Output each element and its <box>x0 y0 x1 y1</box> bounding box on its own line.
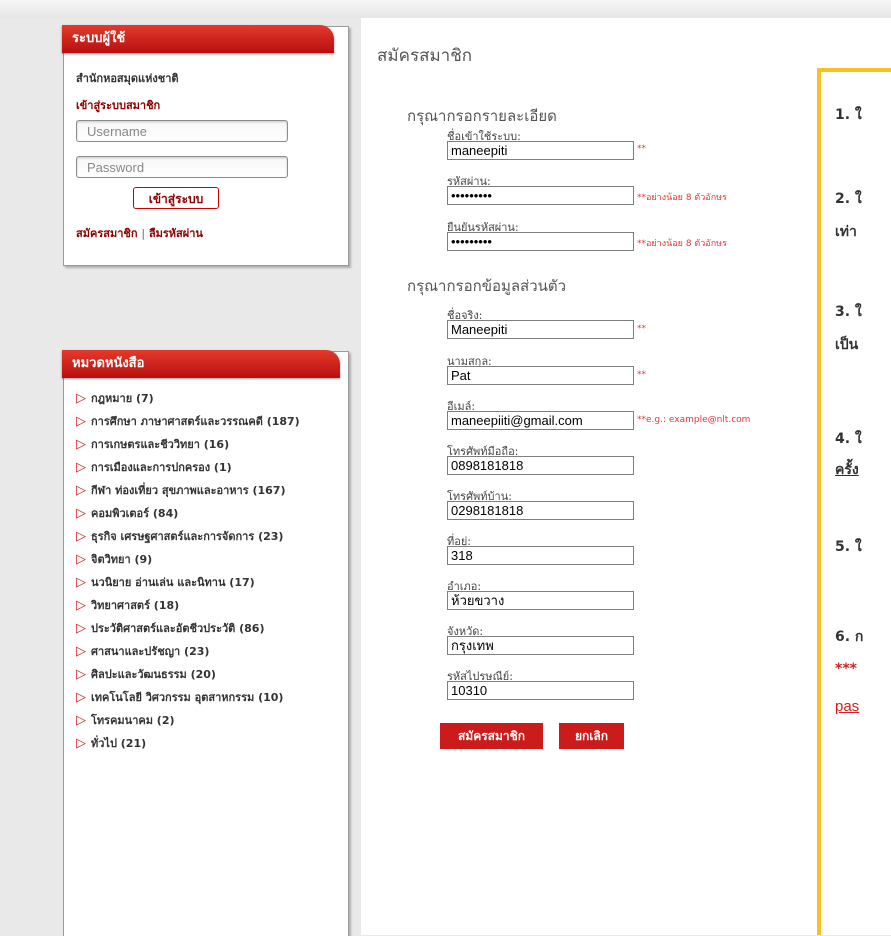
page-title: สมัครสมาชิก <box>377 46 473 65</box>
login-button[interactable]: เข้าสู่ระบบ <box>133 187 219 209</box>
triangle-right-icon: ▷ <box>76 506 86 521</box>
category-item[interactable]: ▷ ธุรกิจ เศรษฐศาสตร์และการจัดการ (23) <box>76 530 341 544</box>
mobile-field[interactable]: 0898181818 <box>447 456 634 475</box>
password-input[interactable]: Password <box>76 156 288 178</box>
category-item[interactable]: ▷ นวนิยาย อ่านเล่น และนิทาน (17) <box>76 576 341 590</box>
triangle-right-icon: ▷ <box>76 667 86 682</box>
category-item[interactable]: ▷ ทั่วไป (21) <box>76 737 341 751</box>
category-item[interactable]: ▷ วิทยาศาสตร์ (18) <box>76 599 341 613</box>
instruction-item: เท่า <box>835 224 857 240</box>
category-item[interactable]: ▷ ศาสนาและปรัชญา (23) <box>76 645 341 659</box>
username-input[interactable]: Username <box>76 120 288 142</box>
instruction-item: 6. ก <box>835 629 864 645</box>
instruction-item: 5. ใ <box>835 539 862 555</box>
postcode-field[interactable]: 10310 <box>447 681 634 700</box>
home-phone-field[interactable]: 0298181818 <box>447 501 634 520</box>
province-field[interactable]: กรุงเทพ <box>447 636 634 655</box>
category-item[interactable]: ▷ กีฬา ท่องเที่ยว สุขภาพและอาหาร (167) <box>76 484 341 498</box>
instruction-warning: *** <box>835 661 857 677</box>
instruction-item: ครั้ง <box>835 462 859 478</box>
instruction-item: 3. ใ <box>835 304 862 320</box>
instruction-password-note: pas <box>835 698 860 715</box>
triangle-right-icon: ▷ <box>76 736 86 751</box>
category-item[interactable]: ▷ การเกษตรและชีววิทยา (16) <box>76 438 341 452</box>
book-categories-panel: หมวดหนังสือ ▷ กฎหมาย (7) ▷ การศึกษา ภาษาศา… <box>62 350 349 936</box>
forgot-password-link[interactable]: ลืมรหัสผ่าน <box>149 227 203 240</box>
triangle-right-icon: ▷ <box>76 437 86 452</box>
triangle-right-icon: ▷ <box>76 621 86 636</box>
instructions-panel: 1. ใ 2. ใ เท่า 3. ใ เป็น 4. ใ ครั้ง 5. ใ… <box>817 68 891 935</box>
account-links: สมัครสมาชิก | ลืมรหัสผ่าน <box>76 224 203 242</box>
instruction-item: 4. ใ <box>835 431 862 447</box>
personal-section-title: กรุณากรอกข้อมูลส่วนตัว <box>407 278 567 295</box>
categories-header: หมวดหนังสือ <box>62 350 340 378</box>
instruction-item: 2. ใ <box>835 191 862 207</box>
link-separator: | <box>141 227 146 240</box>
category-list: ▷ กฎหมาย (7) ▷ การศึกษา ภาษาศาสตร์และวรรณค… <box>76 392 341 760</box>
register-link[interactable]: สมัครสมาชิก <box>76 227 138 240</box>
firstname-field[interactable]: Maneepiti <box>447 320 634 339</box>
required-note: ** <box>637 370 646 380</box>
district-field[interactable]: ห้วยขวาง <box>447 591 634 610</box>
member-login-heading: เข้าสู่ระบบสมาชิก <box>76 99 161 112</box>
category-item[interactable]: ▷ โทรคมนาคม (2) <box>76 714 341 728</box>
category-item[interactable]: ▷ เทคโนโลยี วิศวกรรม อุตสาหกรรม (10) <box>76 691 341 705</box>
category-item[interactable]: ▷ ประวัติศาสตร์และอัตชีวประวัติ (86) <box>76 622 341 636</box>
category-item[interactable]: ▷ คอมพิวเตอร์ (84) <box>76 507 341 521</box>
required-note: ** <box>637 144 646 154</box>
registration-form: สมัครสมาชิก กรุณากรอกรายละเอียด ชื่อเข้า… <box>361 18 891 935</box>
triangle-right-icon: ▷ <box>76 483 86 498</box>
account-section-title: กรุณากรอกรายละเอียด <box>407 108 557 125</box>
triangle-right-icon: ▷ <box>76 529 86 544</box>
required-note: ** <box>637 324 646 334</box>
instruction-item: 1. ใ <box>835 107 862 123</box>
username-field[interactable]: maneepiti <box>447 141 634 160</box>
triangle-right-icon: ▷ <box>76 552 86 567</box>
triangle-right-icon: ▷ <box>76 598 86 613</box>
confirm-password-field[interactable]: ••••••••• <box>447 232 634 251</box>
password-field[interactable]: ••••••••• <box>447 186 634 205</box>
user-login-panel: ระบบผู้ใช้ สำนักหอสมุดแห่งชาติ เข้าสู่ระ… <box>62 25 349 266</box>
category-item[interactable]: ▷ ศิลปะและวัฒนธรรม (20) <box>76 668 341 682</box>
user-panel-header: ระบบผู้ใช้ <box>62 25 334 53</box>
triangle-right-icon: ▷ <box>76 391 86 406</box>
triangle-right-icon: ▷ <box>76 414 86 429</box>
confirm-password-note: **อย่างน้อย 8 ตัวอักษร <box>637 239 727 249</box>
category-item[interactable]: ▷ การเมืองและการปกครอง (1) <box>76 461 341 475</box>
category-item[interactable]: ▷ จิตวิทยา (9) <box>76 553 341 567</box>
top-bar <box>0 0 891 18</box>
instruction-item: เป็น <box>835 337 859 353</box>
library-name: สำนักหอสมุดแห่งชาติ <box>76 72 179 85</box>
category-item[interactable]: ▷ กฎหมาย (7) <box>76 392 341 406</box>
category-item[interactable]: ▷ การศึกษา ภาษาศาสตร์และวรรณคดี (187) <box>76 415 341 429</box>
lastname-field[interactable]: Pat <box>447 366 634 385</box>
address-field[interactable]: 318 <box>447 546 634 565</box>
triangle-right-icon: ▷ <box>76 575 86 590</box>
submit-register-button[interactable]: สมัครสมาชิก <box>440 723 543 749</box>
triangle-right-icon: ▷ <box>76 690 86 705</box>
email-note: **e.g.: example@nlt.com <box>637 415 751 425</box>
triangle-right-icon: ▷ <box>76 460 86 475</box>
triangle-right-icon: ▷ <box>76 644 86 659</box>
cancel-button[interactable]: ยกเลิก <box>559 723 624 749</box>
email-field[interactable]: maneepiiti@gmail.com <box>447 411 634 430</box>
triangle-right-icon: ▷ <box>76 713 86 728</box>
password-note: **อย่างน้อย 8 ตัวอักษร <box>637 193 727 203</box>
